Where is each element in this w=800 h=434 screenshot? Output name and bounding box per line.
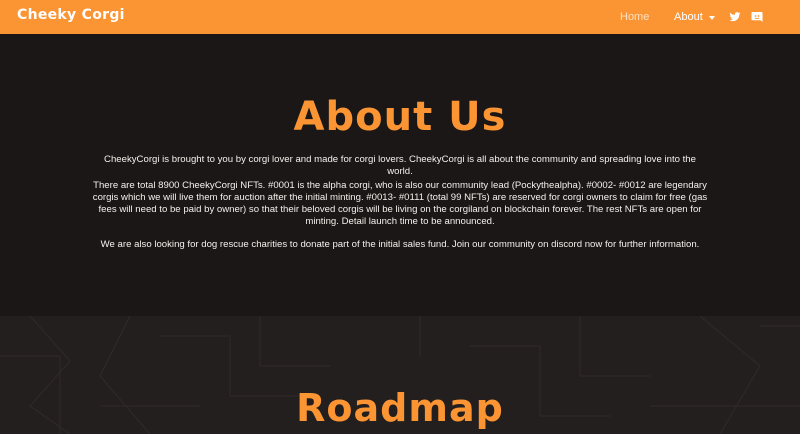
top-navbar: Cheeky Corgi Home About [0, 0, 800, 34]
about-paragraph-nfts: There are total 8900 CheekyCorgi NFTs. #… [92, 180, 708, 227]
nav-link-about-label: About [674, 11, 703, 23]
about-paragraph-intro: CheekyCorgi is brought to you by corgi l… [104, 154, 696, 177]
roadmap-heading: Roadmap [296, 386, 504, 430]
brand-logo[interactable]: Cheeky Corgi [17, 7, 125, 23]
about-paragraph-charity: We are also looking for dog rescue chari… [100, 239, 700, 250]
about-heading: About Us [293, 94, 507, 140]
discord-icon[interactable] [751, 11, 763, 23]
nav-link-home[interactable]: Home [620, 11, 649, 23]
nav-dropdown-about[interactable]: About [674, 11, 715, 23]
chevron-down-icon [708, 15, 715, 20]
roadmap-section: Roadmap [0, 316, 800, 434]
twitter-icon[interactable] [729, 11, 741, 23]
about-section: About Us CheekyCorgi is brought to you b… [0, 34, 800, 316]
